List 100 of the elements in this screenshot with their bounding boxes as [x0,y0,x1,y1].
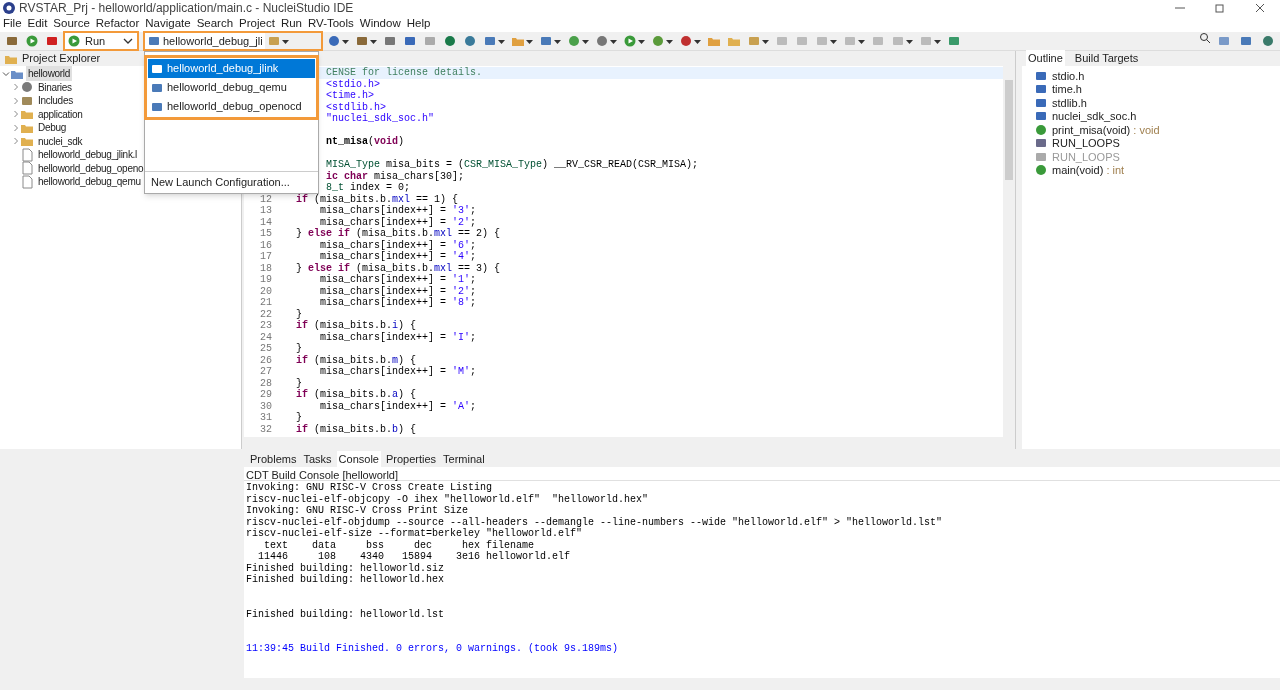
caret-icon [610,37,617,45]
tool-icon [1217,34,1231,48]
panel-tab[interactable]: Tasks [301,451,334,468]
panel-tab[interactable]: Terminal [441,451,487,468]
tool-icon [871,34,885,48]
code-line: } [295,308,302,320]
code-line: } [295,343,302,355]
panel-tab[interactable]: Problems [248,451,299,468]
tree-item[interactable]: Includes [36,93,75,109]
code-line: misa_chars[index++] = '8'; [319,297,477,309]
line-number: 23 [259,320,272,332]
console-line: Finished building: helloworld.lst [246,608,446,620]
tool-icon [267,34,281,48]
code-line: if (misa_bits.b.mxl == 1) { [295,193,459,205]
tree-item[interactable]: helloworld_debug_openo [36,160,146,176]
tool-icon [45,34,59,48]
panel-tab[interactable]: Build Targets [1072,50,1141,67]
file-icon [20,161,34,176]
menu-item[interactable]: New Launch Configuration... [151,174,290,191]
menu-item[interactable]: Project [236,15,278,33]
tool-icon [5,34,19,48]
menu-item[interactable]: helloworld_debug_openocd [148,97,315,116]
code-line: nt_misa(void) [325,136,405,148]
line-number: 20 [259,285,272,297]
tool-icon [403,34,417,48]
menu-item[interactable]: Search [193,15,237,33]
line-number: 19 [259,274,272,286]
tool-icon [463,34,477,48]
menu-item[interactable]: RV-Tools [305,15,357,33]
tool-icon [383,34,397,48]
menu-item[interactable]: Run [277,15,305,33]
function-icon [1034,163,1048,178]
menu-item[interactable]: Refactor [92,15,143,33]
line-number: 27 [259,366,272,378]
restore-icon[interactable] [1215,3,1225,13]
tool-icon [815,34,829,48]
config-icon [147,34,161,48]
tree-item[interactable]: Debug [36,120,68,136]
run-icon [623,34,637,48]
console-line: riscv-nuclei-elf-objdump --source --all-headers --demangle --line-numbers --wide "helloworld.elf" > "helloworld.lst" [246,516,944,528]
code-line: misa_chars[index++] = '6'; [319,239,477,251]
tree-item[interactable]: helloworld_debug_jlink.l [36,147,139,163]
code-line: if (misa_bits.b.b) { [295,423,417,435]
caret-icon [694,37,701,45]
caret-icon [858,37,865,45]
menu-item[interactable]: Window [356,15,404,33]
search-icon[interactable] [1199,32,1211,44]
tool-icon [747,34,761,48]
code-line: } [295,377,302,389]
code-line: "nuclei_sdk_soc.h" [325,113,435,125]
caret-icon [554,37,561,45]
outline-item[interactable]: stdio.h [1052,67,1085,84]
tree-item[interactable]: helloworld [26,66,73,82]
tool-icon [795,34,809,48]
tool-icon [483,34,497,48]
launch-mode-combo[interactable]: Run [65,33,137,49]
run-icon [67,34,81,48]
tree-item[interactable]: Binaries [36,79,74,95]
line-number: 29 [259,389,272,401]
console-line: Finished building: helloworld.siz [246,562,446,574]
caret-icon [638,37,645,45]
menu-item[interactable]: Edit [24,15,51,33]
code-line: if (misa_bits.b.m) { [295,354,417,366]
line-number: 26 [259,354,272,366]
tree-item[interactable]: helloworld_debug_qemu [36,174,143,190]
caret-icon [934,37,941,45]
window-title: RVSTAR_Prj - helloworld/application/main.c - NucleiStudio IDE [19,0,354,17]
caret-icon [906,37,913,45]
menu-item[interactable]: File [0,15,25,33]
close-icon[interactable] [1255,3,1265,13]
menu-item[interactable]: helloworld_debug_qemu [148,78,315,97]
code-line: ic char misa_chars[30]; [325,170,465,182]
menu-item[interactable]: Source [50,15,93,33]
tree-item[interactable]: nuclei_sdk [36,133,85,149]
code-line: MISA_Type misa_bits = (CSR_MISA_Type) __RV_CSR_READ(CSR_MISA); [325,159,699,171]
file-icon [20,147,34,162]
tool-icon [775,34,789,48]
console-line: Finished building: helloworld.hex [246,574,446,586]
panel-tab[interactable]: Outline [1026,50,1065,67]
horizontal-scrollbar[interactable] [244,437,1015,449]
tool-icon [843,34,857,48]
console-line: 11446 108 4340 15894 3e16 helloworld.elf [257,551,572,563]
menu-item[interactable]: Navigate [142,15,194,33]
tree-item[interactable]: application [36,106,85,122]
menu-item[interactable]: Help [403,15,434,33]
line-number: 32 [259,423,272,435]
binaries-icon [20,80,34,95]
code-line: if (misa_bits.b.i) { [295,320,417,332]
code-line: <time.h> [325,90,374,102]
launch-config-combo[interactable]: helloworld_debug_jli [145,33,265,49]
menu-item[interactable]: helloworld_debug_jlink [148,59,315,78]
line-number: 16 [259,239,272,251]
caret-icon [762,37,769,45]
outline-item[interactable]: main(void) : int [1052,162,1125,179]
panel-tab[interactable]: Console [336,451,381,468]
tool-icon [919,34,933,48]
console-line: Invoking: GNU RISC-V Cross Create Listing [246,482,494,494]
tool-icon [443,34,457,48]
panel-tab[interactable]: Properties [383,451,439,468]
line-number: 14 [259,216,272,228]
